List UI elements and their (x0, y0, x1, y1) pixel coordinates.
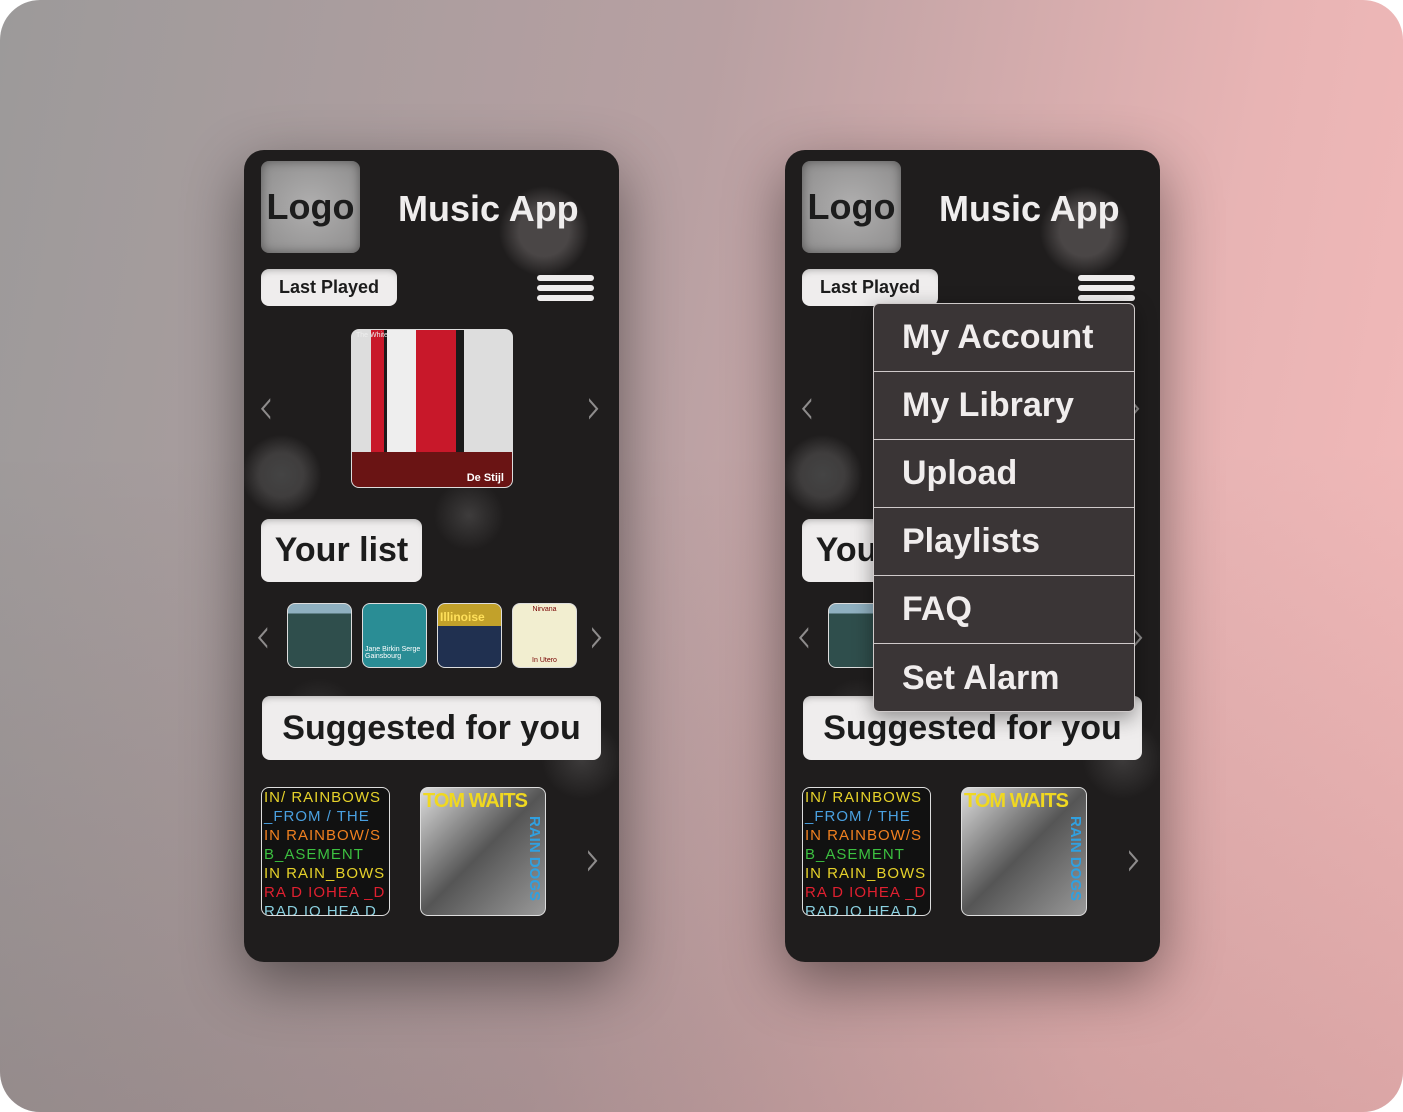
suggested-album[interactable]: TOM WAITS RAIN DOGS (420, 787, 546, 916)
album-band: The White Stripes (356, 332, 412, 339)
menu-item-my-account[interactable]: My Account (874, 304, 1134, 372)
suggested-album[interactable]: TOM WAITS RAIN DOGS (961, 787, 1087, 916)
your-list-album[interactable]: NirvanaIn Utero (512, 603, 577, 668)
suggested-album[interactable]: IN/ RAINBOWS _FROM / THE IN RAINBOW/S B_ASE… (802, 787, 931, 916)
app-title: Music App (398, 188, 579, 229)
chevron-left-icon[interactable]: ‹ (796, 610, 812, 662)
chevron-right-icon[interactable]: › (1126, 833, 1142, 885)
your-list-album[interactable]: Jane Birkin Serge Gainsbourg (362, 603, 427, 668)
your-list-album[interactable] (287, 603, 352, 668)
chevron-right-icon[interactable]: › (585, 833, 601, 885)
chevron-right-icon[interactable]: › (586, 381, 602, 433)
logo: Logo (261, 161, 360, 253)
menu-item-upload[interactable]: Upload (874, 440, 1134, 508)
your-list-album[interactable]: Illinoise (437, 603, 502, 668)
suggested-album[interactable]: IN/ RAINBOWS _FROM / THE IN RAINBOW/S B_ASE… (261, 787, 390, 916)
now-playing-album-cover[interactable]: The White Stripes De Stijl (351, 329, 513, 488)
hamburger-menu-icon[interactable] (537, 275, 594, 301)
your-list-heading: Your list (261, 519, 422, 582)
chevron-right-icon[interactable]: › (589, 610, 605, 662)
suggested-heading: Suggested for you (262, 696, 601, 760)
chevron-left-icon[interactable]: ‹ (255, 610, 271, 662)
menu-item-set-alarm[interactable]: Set Alarm (874, 644, 1134, 712)
canvas: Logo Music App Last Played ‹ › The White… (0, 0, 1403, 1112)
phone-screen-default: Logo Music App Last Played ‹ › The White… (244, 150, 619, 962)
album-title: De Stijl (466, 472, 504, 484)
hamburger-menu-icon[interactable] (1078, 275, 1135, 301)
menu-item-faq[interactable]: FAQ (874, 576, 1134, 644)
menu-item-playlists[interactable]: Playlists (874, 508, 1134, 576)
menu-item-my-library[interactable]: My Library (874, 372, 1134, 440)
last-played-button[interactable]: Last Played (802, 269, 938, 306)
chevron-left-icon[interactable]: ‹ (799, 381, 815, 433)
dropdown-menu: My Account My Library Upload Playlists F… (873, 303, 1135, 712)
last-played-button[interactable]: Last Played (261, 269, 397, 306)
logo: Logo (802, 161, 901, 253)
chevron-left-icon[interactable]: ‹ (258, 381, 274, 433)
app-title: Music App (939, 188, 1120, 229)
